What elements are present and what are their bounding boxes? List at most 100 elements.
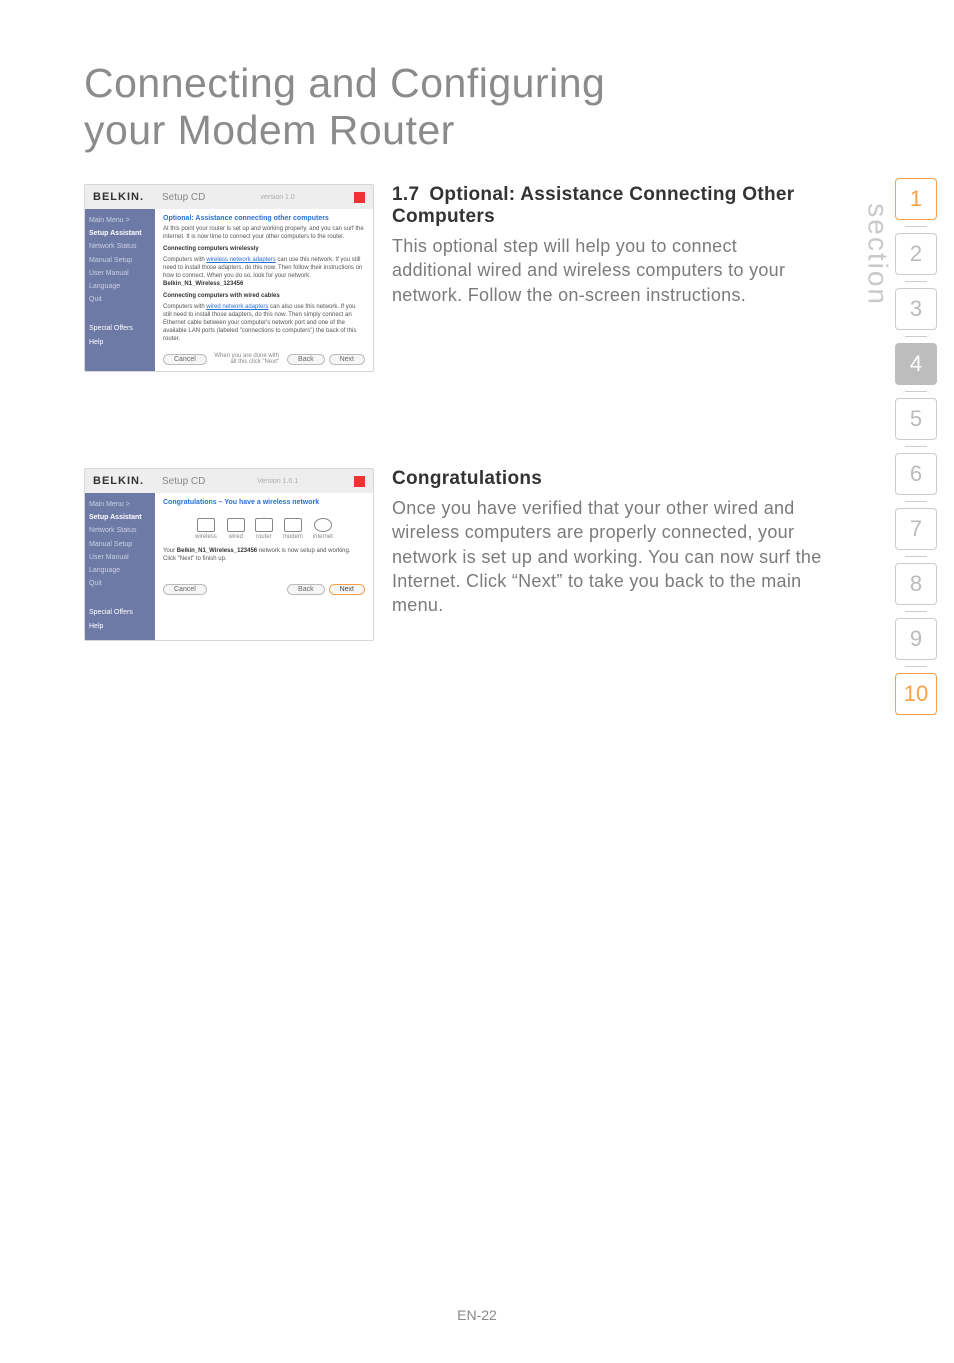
divider <box>905 556 927 557</box>
heading-1-7: 1.7Optional: Assistance Connecting Other… <box>392 184 822 228</box>
sidebar-item-offers[interactable]: Special Offers <box>89 323 151 334</box>
text: Computers with <box>163 257 206 263</box>
wireless-adapters-link[interactable]: wireless network adapters <box>206 257 275 263</box>
icon-label: internet <box>313 534 333 540</box>
divider <box>905 611 927 612</box>
paragraph: This optional step will help you to conn… <box>392 234 822 307</box>
topology-icons: wireless wired router modem internet <box>163 510 365 548</box>
divider <box>905 666 927 667</box>
sidebar-item-offers[interactable]: Special Offers <box>89 607 151 618</box>
divider <box>905 336 927 337</box>
icon-label: wireless <box>195 534 217 540</box>
icon-label: wired <box>229 534 243 540</box>
version-text: Version 1.0.1 <box>257 478 298 485</box>
sidebar-item-language[interactable]: Language <box>89 281 151 292</box>
sidebar-item-setup[interactable]: Setup Assistant <box>89 228 151 239</box>
heading-text: Optional: Assistance Connecting Other Co… <box>392 184 794 227</box>
heading-number: 1.7 <box>392 184 419 205</box>
divider <box>905 391 927 392</box>
wireless-body: Computers with wireless network adapters… <box>163 257 365 288</box>
text: Computers with <box>163 304 206 310</box>
block-congratulations: BELKIN. Setup CD Version 1.0.1 Main Menu… <box>84 468 822 641</box>
divider <box>905 446 927 447</box>
sidebar: Main Menu > Setup Assistant Network Stat… <box>85 209 155 371</box>
sidebar-item-main[interactable]: Main Menu > <box>89 215 151 226</box>
window-subtitle: Setup CD <box>162 476 205 487</box>
sidebar: Main Menu > Setup Assistant Network Stat… <box>85 493 155 640</box>
section-tab-6[interactable]: 6 <box>895 453 937 495</box>
section-label: section <box>862 203 894 306</box>
section-tab-7[interactable]: 7 <box>895 508 937 550</box>
section-tab-4[interactable]: 4 <box>895 343 937 385</box>
section-tab-5[interactable]: 5 <box>895 398 937 440</box>
icon-label: router <box>256 534 272 540</box>
next-button[interactable]: Next <box>329 354 365 365</box>
sidebar-item-setup[interactable]: Setup Assistant <box>89 512 151 523</box>
divider <box>905 501 927 502</box>
next-button[interactable]: Next <box>329 584 365 595</box>
cancel-button[interactable]: Cancel <box>163 354 207 365</box>
section-tab-1[interactable]: 1 <box>895 178 937 220</box>
sidebar-item-user-manual[interactable]: User Manual <box>89 552 151 563</box>
close-icon[interactable] <box>354 476 365 487</box>
internet-icon <box>314 518 332 532</box>
wireless-subtitle: Connecting computers wirelessly <box>163 246 365 254</box>
sidebar-item-quit[interactable]: Quit <box>89 578 151 589</box>
brand-logo: BELKIN. <box>93 191 144 203</box>
sidebar-item-main[interactable]: Main Menu > <box>89 499 151 510</box>
back-button[interactable]: Back <box>287 354 325 365</box>
wizard-heading: Optional: Assistance connecting other co… <box>163 215 365 222</box>
body-text-assistance: 1.7Optional: Assistance Connecting Other… <box>392 184 822 307</box>
text: Your <box>163 548 177 554</box>
section-tab-3[interactable]: 3 <box>895 288 937 330</box>
wired-adapters-link[interactable]: wired network adapters <box>206 304 268 310</box>
sidebar-item-help[interactable]: Help <box>89 337 151 348</box>
back-button[interactable]: Back <box>287 584 325 595</box>
sidebar-item-manual-setup[interactable]: Manual Setup <box>89 255 151 266</box>
body-text-congratulations: Congratulations Once you have verified t… <box>392 468 822 617</box>
block-assistance: BELKIN. Setup CD version 1.0 Main Menu >… <box>84 184 822 372</box>
window-titlebar: BELKIN. Setup CD Version 1.0.1 <box>85 469 373 493</box>
section-tab-2[interactable]: 2 <box>895 233 937 275</box>
icon-label: modem <box>283 534 303 540</box>
screenshot-congratulations: BELKIN. Setup CD Version 1.0.1 Main Menu… <box>84 468 374 641</box>
page-number: EN-22 <box>0 1307 954 1323</box>
section-index: 1 2 3 4 5 6 7 8 9 10 <box>892 178 940 721</box>
divider <box>905 226 927 227</box>
cancel-button[interactable]: Cancel <box>163 584 207 595</box>
wireless-icon <box>197 518 215 532</box>
sidebar-item-help[interactable]: Help <box>89 621 151 632</box>
title-line-2: your Modem Router <box>84 107 455 153</box>
wizard-intro: At this point your router is set up and … <box>163 226 365 242</box>
footer-note: When you are done with all this click "N… <box>211 353 279 365</box>
network-name: Belkin_N1_Wireless_123456 <box>177 548 257 554</box>
sidebar-item-quit[interactable]: Quit <box>89 294 151 305</box>
screenshot-assistance: BELKIN. Setup CD version 1.0 Main Menu >… <box>84 184 374 372</box>
window-subtitle: Setup CD <box>162 192 205 203</box>
router-icon <box>255 518 273 532</box>
sidebar-item-manual-setup[interactable]: Manual Setup <box>89 539 151 550</box>
version-text: version 1.0 <box>261 194 295 201</box>
section-tab-10[interactable]: 10 <box>895 673 937 715</box>
paragraph: Once you have verified that your other w… <box>392 496 822 617</box>
title-line-1: Connecting and Configuring <box>84 60 605 106</box>
wizard-panel: Congratulations – You have a wireless ne… <box>155 493 373 640</box>
sidebar-item-status[interactable]: Network Status <box>89 241 151 252</box>
sidebar-item-language[interactable]: Language <box>89 565 151 576</box>
section-tab-8[interactable]: 8 <box>895 563 937 605</box>
page-title: Connecting and Configuring your Modem Ro… <box>84 60 854 154</box>
wired-icon <box>227 518 245 532</box>
wizard-heading: Congratulations – You have a wireless ne… <box>163 499 365 506</box>
sidebar-item-status[interactable]: Network Status <box>89 525 151 536</box>
modem-icon <box>284 518 302 532</box>
wizard-panel: Optional: Assistance connecting other co… <box>155 209 373 371</box>
network-name: Belkin_N1_Wireless_123456 <box>163 281 243 287</box>
sidebar-item-user-manual[interactable]: User Manual <box>89 268 151 279</box>
window-titlebar: BELKIN. Setup CD version 1.0 <box>85 185 373 209</box>
close-icon[interactable] <box>354 192 365 203</box>
wired-body: Computers with wired network adapters ca… <box>163 304 365 343</box>
section-tab-9[interactable]: 9 <box>895 618 937 660</box>
wired-subtitle: Connecting computers with wired cables <box>163 293 365 301</box>
status-line: Your Belkin_N1_Wireless_123456 network i… <box>163 548 365 564</box>
divider <box>905 281 927 282</box>
